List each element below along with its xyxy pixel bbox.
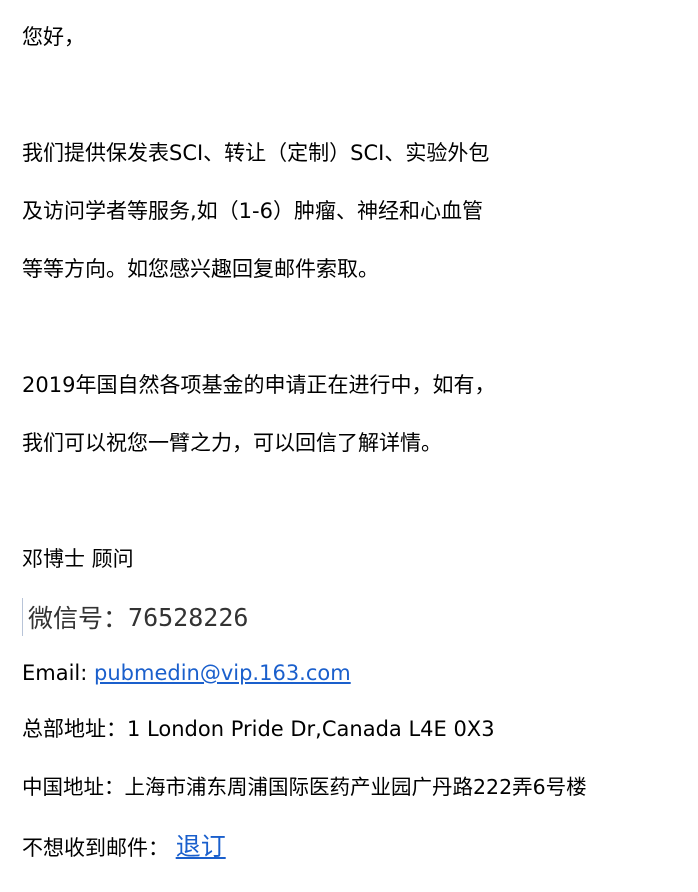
email-label: Email: xyxy=(22,661,95,685)
email-address-link[interactable]: pubmedin@vip.163.com xyxy=(94,661,351,685)
cn-address-row: 中国地址：上海市浦东周浦国际医药产业园广丹路222弄6号楼 xyxy=(22,772,587,802)
intro-line-2: 及访问学者等服务,如（1-6）肿瘤、神经和心血管 xyxy=(22,199,483,223)
unsubscribe-text: 不想收到邮件： xyxy=(22,836,169,860)
cn-label: 中国地址： xyxy=(22,775,125,799)
greeting: 您好， xyxy=(22,25,85,49)
email-row: Email: pubmedin@vip.163.com xyxy=(22,658,351,688)
unsubscribe-row: 不想收到邮件： 退订 xyxy=(22,832,226,863)
hq-label: 总部地址： xyxy=(22,717,127,741)
wechat-image: 微信号： 76528226 xyxy=(22,598,248,636)
intro-line-1: 我们提供保发表SCI、转让（定制）SCI、实验外包 xyxy=(22,141,490,165)
funding-line-2: 我们可以祝您一臂之力，可以回信了解详情。 xyxy=(22,431,442,455)
unsubscribe-link[interactable]: 退订 xyxy=(176,832,226,861)
funding-line-1: 2019年国自然各项基金的申请正在进行中，如有， xyxy=(22,373,496,397)
wechat-id: 76528226 xyxy=(128,602,249,632)
email-body: 您好， 我们提供保发表SCI、转让（定制）SCI、实验外包 及访问学者等服务,如… xyxy=(22,0,698,892)
signature-name: 邓博士 顾问 xyxy=(22,547,134,571)
hq-address: 1 London Pride Dr,Canada L4E 0X3 xyxy=(127,717,495,741)
hq-address-row: 总部地址：1 London Pride Dr,Canada L4E 0X3 xyxy=(22,714,495,744)
cn-address: 上海市浦东周浦国际医药产业园广丹路222弄6号楼 xyxy=(124,775,587,799)
intro-line-3: 等等方向。如您感兴趣回复邮件索取。 xyxy=(22,257,379,281)
wechat-label: 微信号： xyxy=(28,604,129,633)
